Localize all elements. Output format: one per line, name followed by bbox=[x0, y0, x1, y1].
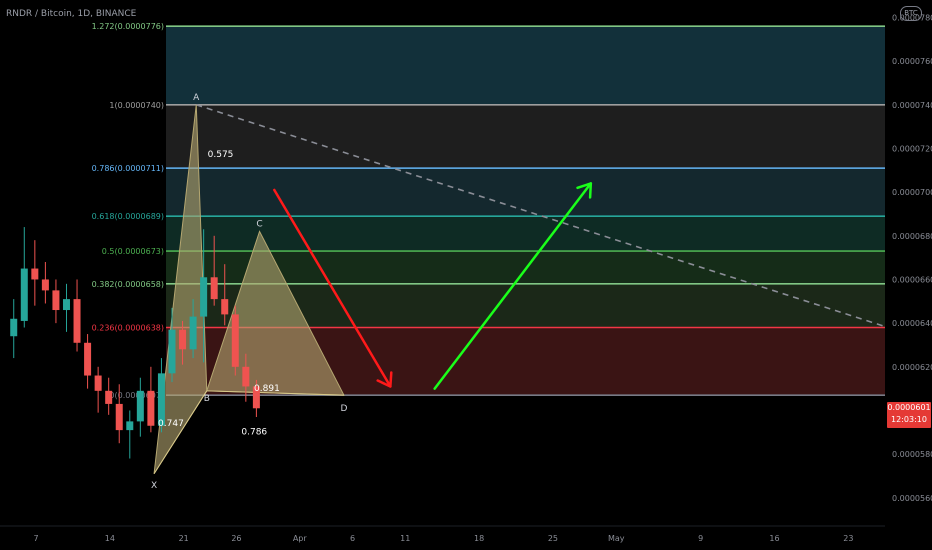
fib-label-0: 1.272(0.0000776) bbox=[92, 22, 164, 31]
time-tick-11: 16 bbox=[769, 534, 779, 543]
candle-9 bbox=[105, 377, 113, 415]
candle-0 bbox=[10, 299, 18, 359]
candle-body bbox=[62, 299, 70, 311]
candle-body bbox=[179, 329, 187, 350]
candle-body bbox=[31, 268, 39, 280]
chart-canvas[interactable]: 1.272(0.0000776) 1(0.0000740) 0.786(0.0000… bbox=[0, 0, 932, 550]
point-label-c: C bbox=[256, 219, 262, 229]
candle-body bbox=[41, 279, 49, 291]
price-tick-7: 0.0000640 bbox=[892, 319, 932, 328]
candle-body bbox=[168, 329, 176, 374]
time-tick-5: 6 bbox=[350, 534, 355, 543]
price-tick-10: 0.0000560 bbox=[892, 494, 932, 503]
time-tick-6: 11 bbox=[400, 534, 410, 543]
candle-4 bbox=[52, 279, 60, 324]
fib-label-2: 0.786(0.0000711) bbox=[92, 164, 164, 173]
fib-zone-2 bbox=[166, 168, 885, 217]
fib-label-1: 1(0.0000740) bbox=[109, 101, 164, 110]
candle-body bbox=[242, 366, 250, 387]
ratio-label-1: 0.747 bbox=[158, 419, 184, 429]
price-tick-1: 0.0000760 bbox=[892, 57, 932, 66]
symbol-title: RNDR / Bitcoin, 1D, BINANCE bbox=[6, 9, 137, 19]
current-price-badge: 0.0000601 12:03:10 bbox=[887, 402, 931, 428]
candle-body bbox=[200, 277, 208, 317]
candle-7 bbox=[84, 334, 92, 389]
candle-6 bbox=[73, 279, 81, 352]
candle-body bbox=[210, 277, 218, 300]
time-tick-12: 23 bbox=[843, 534, 853, 543]
candle-body bbox=[115, 403, 123, 431]
candle-12 bbox=[136, 377, 144, 437]
time-tick-0: 7 bbox=[33, 534, 38, 543]
price-tick-5: 0.0000680 bbox=[892, 232, 932, 241]
point-label-x: X bbox=[151, 481, 157, 491]
price-tick-3: 0.0000720 bbox=[892, 144, 932, 153]
price-axis[interactable]: 0.00007800.00007600.00007400.00007200.00… bbox=[885, 0, 932, 550]
price-tick-9: 0.0000580 bbox=[892, 450, 932, 459]
candle-body bbox=[10, 318, 18, 337]
ratio-label-0: 0.575 bbox=[208, 150, 234, 160]
time-tick-4: Apr bbox=[293, 534, 308, 543]
candle-body bbox=[147, 390, 155, 426]
candle-body bbox=[94, 375, 102, 391]
candle-body bbox=[189, 316, 197, 350]
bar-countdown: 12:03:10 bbox=[891, 415, 927, 424]
ratio-label-3: 0.891 bbox=[254, 384, 280, 394]
candle-5 bbox=[62, 283, 70, 332]
time-tick-9: May bbox=[608, 534, 625, 543]
candle-body bbox=[52, 290, 60, 311]
time-tick-8: 25 bbox=[548, 534, 558, 543]
candle-21 bbox=[231, 305, 239, 376]
candle-3 bbox=[41, 262, 49, 304]
candle-1 bbox=[20, 227, 28, 328]
current-price: 0.0000601 bbox=[887, 403, 931, 412]
fib-label-7: 0(0.0000607) bbox=[109, 391, 164, 400]
time-tick-1: 14 bbox=[105, 534, 115, 543]
point-label-b: B bbox=[204, 394, 210, 404]
currency-chip[interactable]: BTC bbox=[900, 6, 922, 21]
time-axis[interactable]: 7 14 21 26 Apr 6 11 18 25 May 9 16 23 bbox=[0, 525, 885, 543]
candle-8 bbox=[94, 366, 102, 413]
fib-zone-1 bbox=[166, 104, 885, 169]
fib-zone-3 bbox=[166, 216, 885, 252]
candle-body bbox=[136, 390, 144, 422]
time-tick-2: 21 bbox=[179, 534, 189, 543]
candle-body bbox=[105, 390, 113, 404]
ratio-label-2: 0.786 bbox=[241, 427, 267, 437]
price-tick-4: 0.0000700 bbox=[892, 188, 932, 197]
time-tick-3: 26 bbox=[231, 534, 241, 543]
fib-zone-0 bbox=[166, 26, 885, 105]
time-tick-10: 9 bbox=[698, 534, 703, 543]
time-tick-7: 18 bbox=[474, 534, 484, 543]
candle-13 bbox=[147, 366, 155, 433]
candle-body bbox=[231, 314, 239, 367]
candle-2 bbox=[31, 240, 39, 306]
point-label-a: A bbox=[193, 93, 200, 103]
candle-body bbox=[73, 299, 81, 343]
candle-body bbox=[84, 342, 92, 376]
point-label-d: D bbox=[340, 404, 347, 414]
candle-body bbox=[20, 268, 28, 321]
fib-label-3: 0.618(0.0000689) bbox=[92, 212, 164, 221]
fib-label-5: 0.382(0.0000658) bbox=[92, 280, 164, 289]
price-tick-6: 0.0000660 bbox=[892, 275, 932, 284]
price-tick-2: 0.0000740 bbox=[892, 101, 932, 110]
candle-11 bbox=[126, 410, 134, 459]
price-tick-8: 0.0000620 bbox=[892, 363, 932, 372]
candle-body bbox=[126, 421, 134, 431]
candle-body bbox=[221, 299, 229, 315]
fib-label-4: 0.5(0.0000673) bbox=[102, 247, 164, 256]
fib-label-6: 0.236(0.0000638) bbox=[92, 324, 164, 333]
